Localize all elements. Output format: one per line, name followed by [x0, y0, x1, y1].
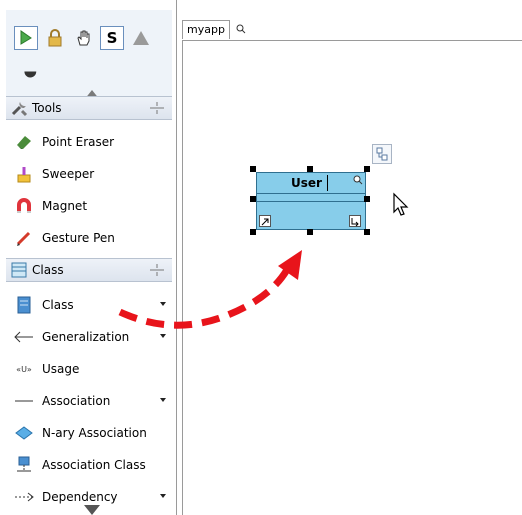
attribute-compartment[interactable]	[257, 193, 365, 202]
palette-item-usage[interactable]: «U» Usage	[14, 357, 170, 381]
selection-handle[interactable]	[250, 229, 256, 235]
usage-icon: «U»	[16, 364, 32, 374]
class-name-compartment[interactable]: User	[257, 173, 365, 194]
item-label: N-ary Association	[42, 426, 147, 440]
triangle-icon[interactable]	[130, 27, 152, 49]
dependency-arrow-icon	[14, 487, 34, 507]
collapse-grip-icon[interactable]	[150, 102, 164, 114]
selection-handle[interactable]	[364, 166, 370, 172]
item-label: Class	[42, 298, 74, 312]
dropdown-arrow-icon[interactable]	[160, 494, 166, 498]
expand-chevrons-icon[interactable]: ⯋	[24, 62, 37, 82]
association-line-icon	[14, 391, 34, 411]
item-label: Association Class	[42, 458, 146, 472]
palette-item-point-eraser[interactable]: Point Eraser	[14, 130, 170, 154]
tool-icon-row: S	[14, 26, 152, 50]
search-icon[interactable]	[353, 175, 363, 185]
palette-item-sweeper[interactable]: Sweeper	[14, 162, 170, 186]
item-label: Dependency	[42, 490, 118, 504]
item-label: Point Eraser	[42, 135, 115, 149]
item-label: Gesture Pen	[42, 231, 115, 245]
association-class-icon	[14, 455, 34, 475]
generalization-arrow-icon	[14, 327, 34, 347]
mouse-cursor-icon	[393, 192, 409, 216]
class-shape-user[interactable]: User	[256, 172, 366, 230]
selection-handle[interactable]	[364, 229, 370, 235]
select-arrow-icon[interactable]	[14, 26, 38, 50]
section-header-tools[interactable]: Tools	[6, 96, 172, 120]
class-section-icon	[10, 261, 28, 279]
palette-item-association-class[interactable]: Association Class	[14, 453, 170, 477]
section-label-class: Class	[32, 263, 64, 277]
sweeper-icon	[14, 164, 34, 184]
tab-title: myapp	[187, 23, 225, 36]
pen-icon	[14, 228, 34, 248]
resize-arrow-icon[interactable]	[259, 215, 271, 227]
magnet-icon	[14, 196, 34, 216]
palette-item-n-ary-association[interactable]: N-ary Association	[14, 421, 170, 445]
item-label: Association	[42, 394, 111, 408]
class-name[interactable]: User	[291, 176, 322, 190]
hand-icon[interactable]	[72, 27, 94, 49]
selection-handle[interactable]	[364, 196, 370, 202]
palette-toolbar: S ⯋	[6, 10, 172, 100]
search-icon[interactable]	[236, 24, 246, 34]
eraser-icon	[14, 132, 34, 152]
palette-item-association[interactable]: Association	[14, 389, 170, 413]
item-label: Magnet	[42, 199, 88, 213]
s-icon[interactable]: S	[100, 26, 124, 50]
class-icon	[14, 295, 34, 315]
selection-handle[interactable]	[250, 196, 256, 202]
selection-handle[interactable]	[307, 229, 313, 235]
diagram-tab-bar: myapp	[182, 18, 522, 41]
item-label: Usage	[42, 362, 80, 376]
selection-handle[interactable]	[250, 166, 256, 172]
item-label: Sweeper	[42, 167, 95, 181]
section-label-tools: Tools	[32, 101, 62, 115]
scroll-down-icon[interactable]	[84, 505, 100, 515]
text-caret	[327, 175, 328, 191]
lock-icon[interactable]	[44, 27, 66, 49]
palette-item-magnet[interactable]: Magnet	[14, 194, 170, 218]
resource-catalog-icon[interactable]	[372, 144, 392, 164]
tools-icon	[10, 99, 28, 117]
drag-arrow-annotation	[118, 250, 302, 329]
dropdown-arrow-icon[interactable]	[160, 398, 166, 402]
selection-handle[interactable]	[307, 166, 313, 172]
connector-icon[interactable]	[349, 215, 361, 227]
diagram-tab[interactable]: myapp	[182, 20, 230, 39]
diamond-icon	[14, 423, 34, 443]
